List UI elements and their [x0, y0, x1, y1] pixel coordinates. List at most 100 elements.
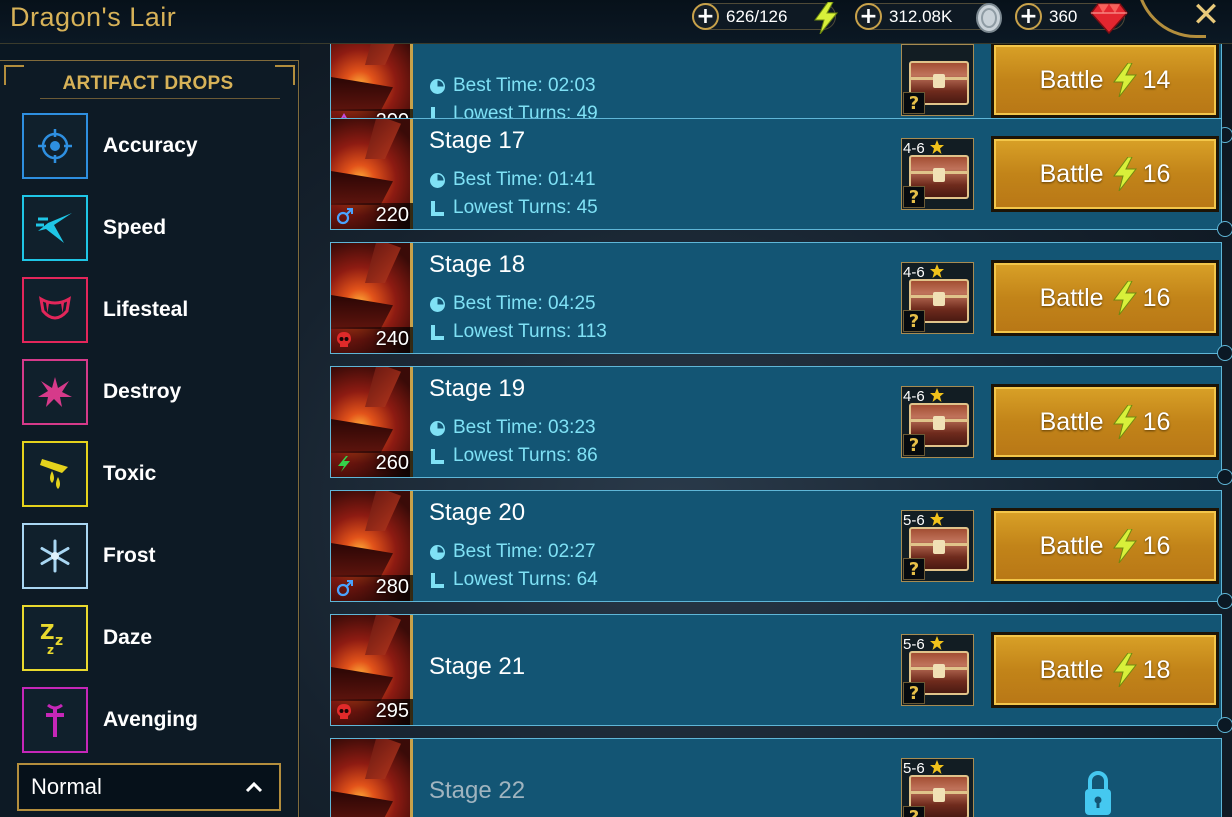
set-destroy[interactable]: Destroy [22, 359, 282, 425]
add-energy-button[interactable]: + [692, 3, 719, 30]
unknown-drop-icon: ? [903, 558, 925, 580]
unknown-drop-icon: ? [903, 92, 925, 114]
artifact-drops-title: ARTIFACT DROPS [62, 73, 234, 94]
battle-label: Battle [1039, 159, 1104, 188]
energy-cost: 16 [1142, 531, 1171, 560]
star-icon [930, 264, 944, 278]
difficulty-value: Normal [31, 774, 102, 799]
best-time-label: Best Time: [453, 75, 543, 96]
battle-button[interactable]: Battle 16 [991, 260, 1219, 336]
best-time-label: Best Time: [453, 169, 543, 190]
battle-label: Battle [1039, 531, 1104, 560]
set-frost[interactable]: Frost [22, 523, 282, 589]
add-silver-button[interactable]: + [855, 3, 882, 30]
battle-button[interactable]: Battle 16 [991, 384, 1219, 460]
stage-row[interactable]: 240 Stage 18 Best Time: 04:25 Lowest Turns:… [330, 242, 1232, 361]
stage-row[interactable]: 220 Stage 17 Best Time: 01:41 Lowest Turns:… [330, 118, 1232, 237]
best-time-value: 04:25 [548, 293, 596, 314]
energy-bolt-icon [1112, 157, 1137, 191]
energy-value: 626/126 [726, 6, 788, 26]
stage-row[interactable]: 295 Stage 21 5-6? Battle 18 [330, 614, 1232, 733]
unknown-drop-icon: ? [903, 434, 925, 456]
best-time-label: Best Time: [453, 417, 543, 438]
best-time: Best Time: 04:25 [429, 293, 596, 315]
set-lifesteal[interactable]: Lifesteal [22, 277, 282, 343]
reward-chest[interactable]: 4-6? [901, 262, 974, 334]
chevron-up-icon [245, 781, 263, 793]
snowflake-icon [40, 539, 70, 573]
best-time-value: 02:03 [548, 75, 596, 96]
set-label: Accuracy [103, 134, 198, 157]
clock-icon [430, 420, 445, 436]
force-affinity-icon [336, 580, 353, 597]
battle-button[interactable]: Battle 18 [991, 632, 1219, 708]
battle-button[interactable]: Battle 16 [991, 508, 1219, 584]
lock-icon [1085, 771, 1111, 815]
stage-row[interactable]: 280 Stage 20 Best Time: 02:27 Lowest Turns:… [330, 490, 1232, 609]
stage-name: Stage 21 [429, 653, 526, 680]
enemy-power-value: 260 [375, 452, 409, 474]
difficulty-dropdown[interactable]: Normal [17, 763, 281, 811]
poison-drip-icon [40, 459, 68, 489]
close-button[interactable]: ✕ [1188, 0, 1224, 32]
reward-chest[interactable]: 5-6? [901, 758, 974, 817]
energy-cost: 14 [1142, 65, 1171, 94]
best-time: Best Time: 02:03 [429, 75, 596, 97]
artifact-drops-panel: ARTIFACT DROPS Accuracy Speed Lifesteal … [0, 60, 299, 817]
svg-text:Z: Z [40, 620, 55, 644]
turns-icon [431, 324, 444, 340]
reward-chest[interactable]: 4-6? [901, 386, 974, 458]
speed-bird-icon [36, 213, 72, 243]
reward-chest[interactable]: 4-6? [901, 138, 974, 210]
svg-text:z: z [55, 633, 63, 649]
set-daze[interactable]: Z z z Daze [22, 605, 282, 671]
energy-bolt-icon [1112, 63, 1137, 97]
dragon-boss-portrait: 295 [331, 615, 413, 725]
stage-name: Stage 20 [429, 499, 526, 526]
stage-name: Stage 17 [429, 127, 526, 154]
reward-chest[interactable]: ? [901, 44, 974, 116]
ruby-gem-icon [1090, 3, 1128, 34]
unknown-drop-icon: ? [903, 806, 925, 817]
void-skull-icon [337, 332, 351, 347]
set-accuracy[interactable]: Accuracy [22, 113, 282, 179]
battle-label: Battle [1039, 283, 1104, 312]
stage-row[interactable]: Stage 22 5-6? [330, 738, 1222, 817]
battle-button[interactable]: Battle 14 [991, 44, 1219, 118]
dragon-boss-portrait: 260 [331, 367, 413, 477]
crosshair-icon [38, 129, 72, 163]
star-icon [930, 760, 944, 774]
best-time: Best Time: 01:41 [429, 169, 596, 191]
page-title: Dragon's Lair [10, 2, 177, 32]
energy-cost: 18 [1142, 655, 1171, 684]
top-bar: Dragon's Lair + 626/126 + 312.08K + 360 … [0, 0, 1232, 44]
clock-icon [430, 296, 445, 312]
stage-list[interactable]: 200Best Time: 02:03Lowest Turns: 49?Batt… [330, 44, 1232, 817]
gems-value: 360 [1049, 6, 1078, 26]
set-label: Destroy [103, 380, 182, 403]
set-speed[interactable]: Speed [22, 195, 282, 261]
battle-label: Battle [1039, 655, 1104, 684]
dragon-boss-portrait: 220 [331, 119, 413, 229]
energy-bolt-icon [814, 2, 839, 34]
set-label: Avenging [103, 708, 198, 731]
clock-icon [430, 544, 445, 560]
enemy-power-value: 240 [375, 328, 409, 350]
set-toxic[interactable]: Toxic [22, 441, 282, 507]
reward-chest[interactable]: 5-6? [901, 634, 974, 706]
set-label: Speed [103, 216, 167, 239]
add-gems-button[interactable]: + [1015, 3, 1042, 30]
set-avenging[interactable]: Avenging [22, 687, 282, 753]
best-time-value: 01:41 [548, 169, 596, 190]
stage-name: Stage 19 [429, 375, 526, 402]
best-time-value: 02:27 [548, 541, 596, 562]
battle-button[interactable]: Battle 16 [991, 136, 1219, 212]
void-skull-icon [337, 704, 351, 719]
stage-row[interactable]: 260 Stage 19 Best Time: 03:23 Lowest Turns:… [330, 366, 1232, 485]
stage-name: Stage 18 [429, 251, 526, 278]
reward-chest[interactable]: 5-6? [901, 510, 974, 582]
dragon-boss-portrait [331, 739, 413, 817]
enemy-power-value: 295 [375, 700, 409, 722]
best-time-label: Best Time: [453, 541, 543, 562]
spirit-affinity-icon [338, 456, 350, 472]
